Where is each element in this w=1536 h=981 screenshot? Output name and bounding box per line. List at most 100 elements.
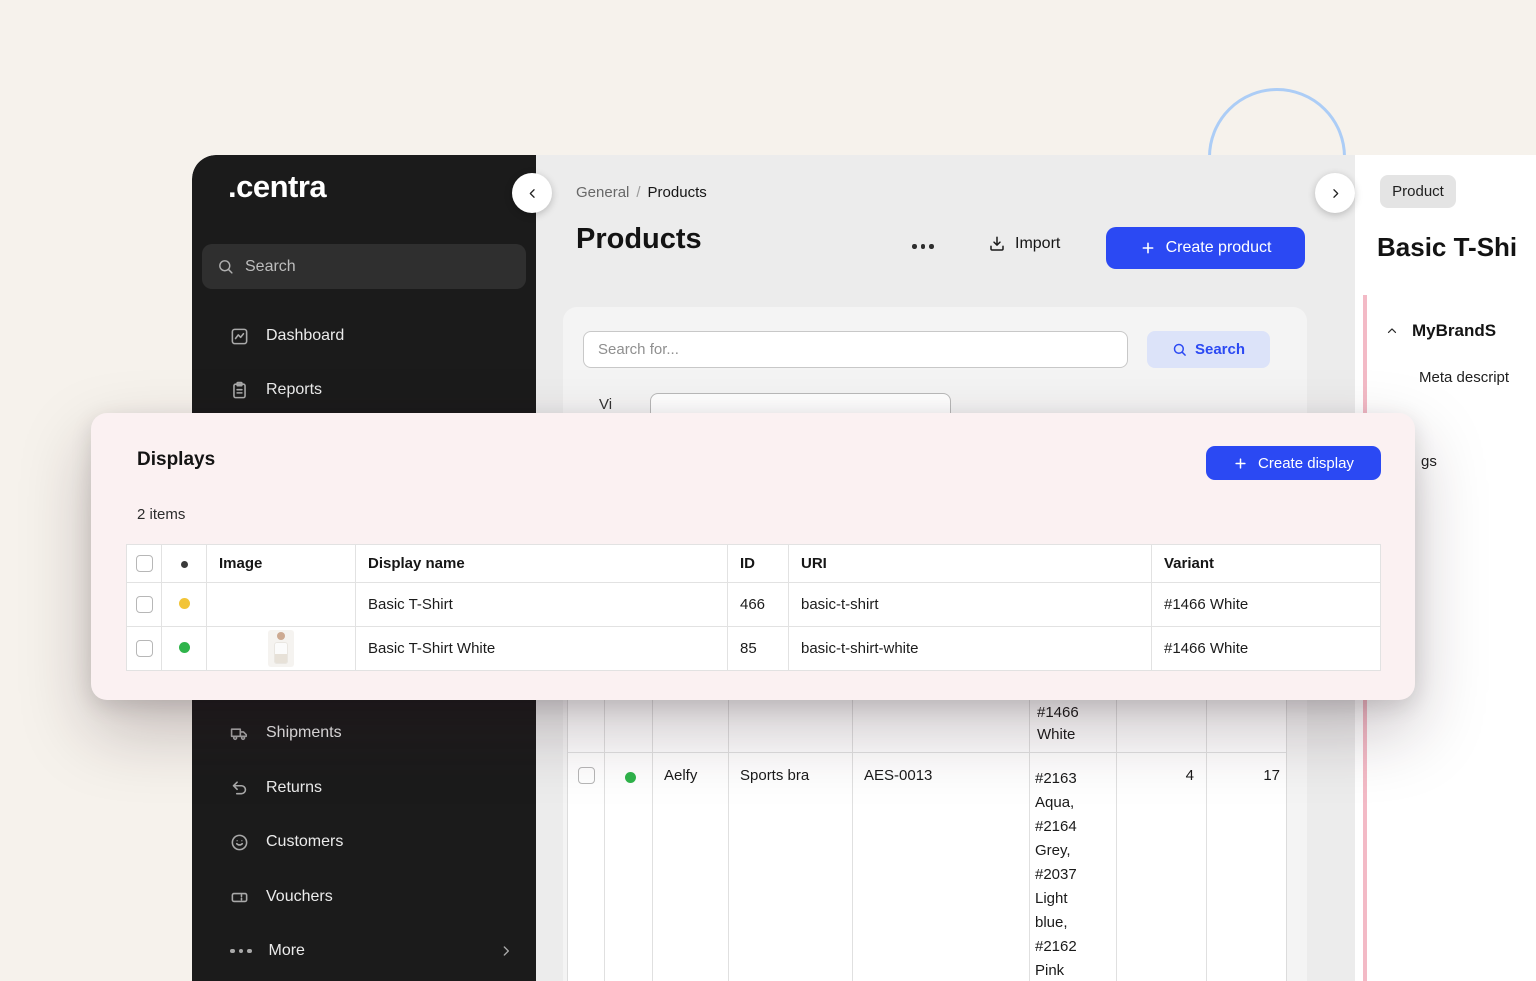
page-title: Products bbox=[576, 223, 702, 256]
id-cell: 466 bbox=[728, 583, 789, 627]
plus-icon bbox=[1233, 456, 1248, 471]
table-row[interactable]: Basic T-Shirt White 85 basic-t-shirt-whi… bbox=[127, 627, 1381, 671]
import-button[interactable]: Import bbox=[988, 235, 1060, 253]
column-header-image: Image bbox=[207, 545, 356, 583]
chevron-left-icon bbox=[525, 186, 540, 201]
displays-table: Image Display name ID URI Variant Basic … bbox=[126, 544, 1381, 671]
sidebar-item-more[interactable]: More bbox=[230, 931, 510, 971]
breadcrumb-parent[interactable]: General bbox=[576, 184, 629, 201]
chevron-right-icon bbox=[498, 943, 514, 959]
import-label: Import bbox=[1015, 235, 1060, 253]
create-product-label: Create product bbox=[1166, 239, 1272, 257]
id-cell: 85 bbox=[728, 627, 789, 671]
select-all-checkbox[interactable] bbox=[136, 555, 153, 572]
sidebar-item-dashboard[interactable]: Dashboard bbox=[230, 316, 510, 356]
table-gridline bbox=[1206, 700, 1207, 981]
table-gridline bbox=[604, 700, 605, 981]
import-icon bbox=[988, 235, 1006, 253]
customers-icon bbox=[230, 833, 249, 852]
table-header-row: Image Display name ID URI Variant bbox=[127, 545, 1381, 583]
status-dot-green bbox=[179, 642, 190, 653]
displays-overlay: Displays Create display 2 items Image Di… bbox=[91, 413, 1415, 700]
store-section-header[interactable]: MyBrandS bbox=[1385, 321, 1496, 341]
reports-icon bbox=[230, 381, 249, 400]
search-button-label: Search bbox=[1195, 341, 1245, 358]
search-icon bbox=[217, 258, 234, 275]
ellipsis-icon bbox=[912, 244, 934, 249]
table-row-divider bbox=[568, 752, 1286, 753]
sidebar-search[interactable]: Search bbox=[202, 244, 526, 289]
sidebar-item-label: Dashboard bbox=[266, 327, 344, 345]
column-header-id: ID bbox=[728, 545, 789, 583]
sku-cell: AES-0013 bbox=[864, 767, 932, 784]
search-button[interactable]: Search bbox=[1147, 331, 1270, 368]
table-row[interactable]: Basic T-Shirt 466 basic-t-shirt #1466 Wh… bbox=[127, 583, 1381, 627]
breadcrumb: General / Products bbox=[576, 184, 707, 201]
create-display-label: Create display bbox=[1258, 455, 1354, 472]
items-count: 2 items bbox=[137, 506, 185, 523]
search-input[interactable] bbox=[583, 331, 1128, 368]
sidebar-item-label: Returns bbox=[266, 779, 322, 797]
table-gridline bbox=[1116, 700, 1117, 981]
vouchers-icon bbox=[230, 888, 249, 907]
product-title: Basic T-Shi bbox=[1377, 232, 1517, 263]
table-gridline bbox=[728, 700, 729, 981]
status-dot-green bbox=[625, 772, 636, 783]
meta-description-label: Meta descript bbox=[1419, 369, 1509, 386]
more-actions-button[interactable] bbox=[912, 244, 934, 249]
column-header-uri: URI bbox=[789, 545, 1152, 583]
row-checkbox[interactable] bbox=[136, 640, 153, 657]
sidebar-item-label: Vouchers bbox=[266, 888, 333, 906]
sidebar-item-shipments[interactable]: Shipments bbox=[230, 713, 510, 753]
sidebar-search-label: Search bbox=[245, 258, 296, 276]
filter-label-partial: Vi bbox=[599, 396, 612, 413]
sidebar-item-returns[interactable]: Returns bbox=[230, 768, 510, 808]
returns-icon bbox=[230, 779, 249, 798]
sidebar-item-customers[interactable]: Customers bbox=[230, 822, 510, 862]
ellipsis-icon bbox=[230, 949, 252, 954]
sidebar-item-label: Customers bbox=[266, 833, 343, 851]
table-gridline bbox=[1029, 700, 1030, 981]
column-header-display-name: Display name bbox=[356, 545, 728, 583]
shipments-icon bbox=[230, 724, 249, 743]
create-display-button[interactable]: Create display bbox=[1206, 446, 1381, 480]
sidebar-item-label: Reports bbox=[266, 381, 322, 399]
stock-cell: 17 bbox=[1214, 767, 1280, 784]
brand-cell: Aelfy bbox=[664, 767, 697, 784]
centra-logo: .centra bbox=[228, 169, 326, 205]
search-icon bbox=[1172, 342, 1187, 357]
stock-cell: 4 bbox=[1116, 767, 1194, 784]
breadcrumb-current: Products bbox=[648, 184, 707, 201]
row-checkbox[interactable] bbox=[578, 767, 595, 784]
sidebar-item-vouchers[interactable]: Vouchers bbox=[230, 877, 510, 917]
uri-cell: basic-t-shirt bbox=[789, 583, 1152, 627]
sidebar-item-label: More bbox=[269, 942, 305, 960]
product-type-badge: Product bbox=[1380, 175, 1456, 208]
status-column-icon bbox=[181, 561, 188, 568]
variant-cell-partial: #1466 White bbox=[1037, 702, 1099, 746]
variant-cell: #1466 White bbox=[1152, 627, 1381, 671]
chevron-right-icon bbox=[1328, 186, 1343, 201]
product-thumbnail bbox=[268, 630, 294, 667]
products-table: #1466 White Aelfy Sports bra AES-0013 #2… bbox=[567, 700, 1287, 981]
sidebar-item-reports[interactable]: Reports bbox=[230, 370, 510, 410]
create-product-button[interactable]: Create product bbox=[1106, 227, 1305, 269]
variants-cell: #2163 Aqua, #2164 Grey, #2037 Light blue… bbox=[1035, 767, 1097, 981]
displays-title: Displays bbox=[137, 449, 215, 471]
panel-text-partial: gs bbox=[1421, 453, 1437, 470]
dashboard-icon bbox=[230, 327, 249, 346]
display-name-cell: Basic T-Shirt White bbox=[356, 627, 728, 671]
store-section-title: MyBrandS bbox=[1412, 321, 1496, 341]
variant-cell: #1466 White bbox=[1152, 583, 1381, 627]
collapse-sidebar-button[interactable] bbox=[512, 173, 552, 213]
image-cell bbox=[207, 583, 356, 627]
breadcrumb-separator: / bbox=[636, 184, 640, 201]
expand-panel-button[interactable] bbox=[1315, 173, 1355, 213]
uri-cell: basic-t-shirt-white bbox=[789, 627, 1152, 671]
table-gridline bbox=[652, 700, 653, 981]
display-name-cell: Basic T-Shirt bbox=[356, 583, 728, 627]
status-dot-yellow bbox=[179, 598, 190, 609]
table-gridline bbox=[852, 700, 853, 981]
product-name-cell: Sports bra bbox=[740, 767, 809, 784]
row-checkbox[interactable] bbox=[136, 596, 153, 613]
